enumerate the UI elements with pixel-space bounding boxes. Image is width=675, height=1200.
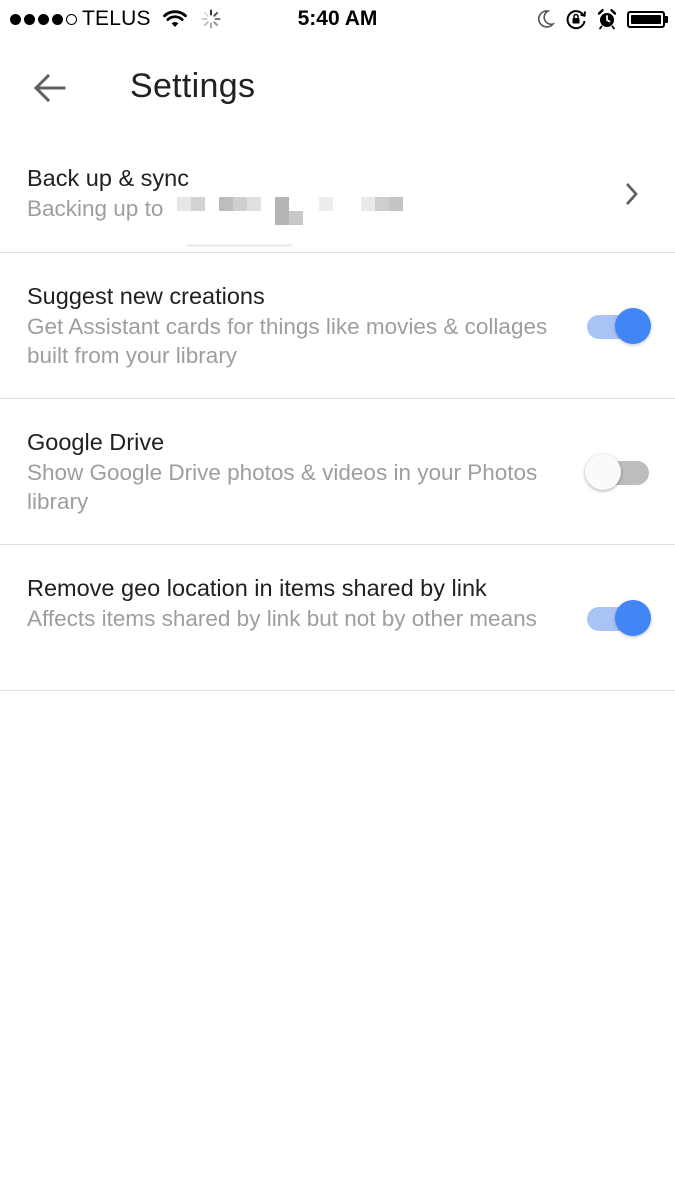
setting-google-drive[interactable]: Google Drive Show Google Drive photos & …: [0, 399, 675, 545]
status-bar-right: [537, 6, 668, 32]
back-button[interactable]: [22, 60, 78, 116]
setting-title: Google Drive: [27, 429, 165, 455]
setting-title: Remove geo location in items shared by l…: [27, 575, 487, 601]
suggest-creations-toggle[interactable]: [585, 306, 651, 346]
chevron-right-icon: [626, 183, 638, 205]
setting-subtitle-row: Backing up to: [27, 194, 557, 225]
setting-suggest-creations[interactable]: Suggest new creations Get Assistant card…: [0, 253, 675, 399]
remove-geo-location-toggle[interactable]: [585, 598, 651, 638]
setting-title: Suggest new creations: [27, 283, 265, 309]
toggle-thumb: [615, 308, 651, 344]
arrow-back-icon: [33, 73, 66, 103]
alarm-icon: [597, 9, 617, 30]
moon-icon: [538, 10, 555, 28]
setting-subtitle: Backing up to: [27, 196, 164, 221]
toggle-thumb: [615, 600, 651, 636]
setting-text: Remove geo location in items shared by l…: [27, 573, 557, 633]
setting-text: Suggest new creations Get Assistant card…: [27, 281, 557, 370]
setting-text: Google Drive Show Google Drive photos & …: [27, 427, 557, 516]
setting-backup-sync[interactable]: Back up & sync Backing up to: [0, 138, 675, 253]
battery-icon: [627, 10, 668, 28]
status-bar: TELUS 5:40 AM: [0, 0, 675, 38]
setting-text: Back up & sync Backing up to: [27, 163, 557, 225]
setting-title: Back up & sync: [27, 165, 189, 191]
setting-subtitle: Get Assistant cards for things like movi…: [27, 314, 548, 368]
setting-subtitle: Affects items shared by link but not by …: [27, 606, 537, 631]
page-title: Settings: [130, 67, 256, 105]
google-drive-toggle[interactable]: [585, 452, 651, 492]
setting-remove-geo-location[interactable]: Remove geo location in items shared by l…: [0, 545, 675, 691]
settings-list: Back up & sync Backing up to Suggest new…: [0, 138, 675, 691]
app-bar: Settings: [0, 38, 675, 138]
toggle-thumb: [585, 454, 621, 490]
redacted-account: [177, 196, 404, 225]
setting-subtitle: Show Google Drive photos & videos in you…: [27, 460, 538, 514]
redacted-underline: [187, 244, 292, 247]
rotation-lock-icon: [566, 10, 586, 30]
battery-level: [631, 14, 661, 24]
